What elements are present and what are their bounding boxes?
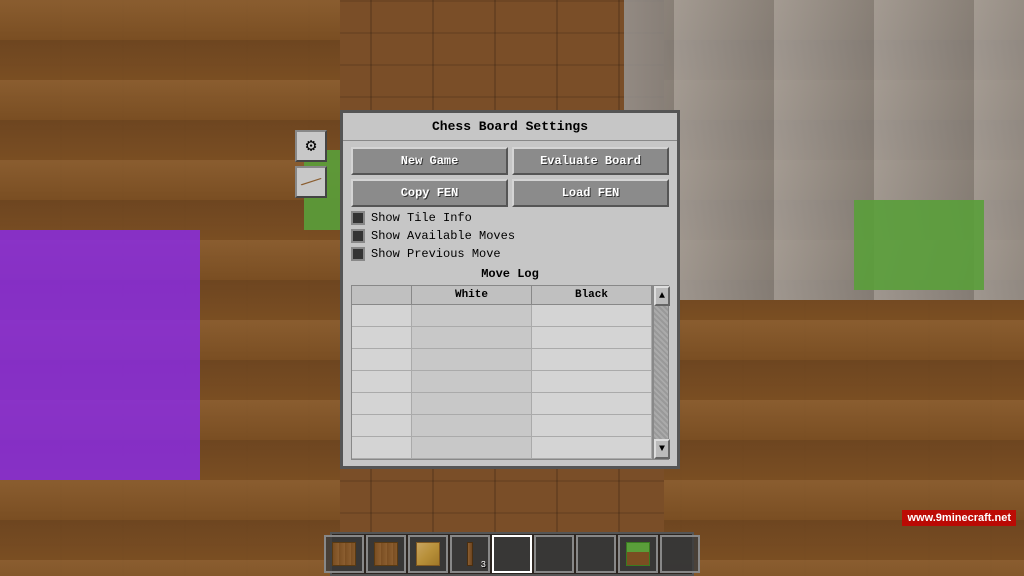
gear-button[interactable]: ⚙ xyxy=(295,130,327,162)
table-row xyxy=(352,349,652,371)
row-white xyxy=(412,349,532,370)
move-log-scrollbar: ▲ ▼ xyxy=(653,285,669,460)
grass-block-2 xyxy=(854,200,984,290)
move-log-table: White Black xyxy=(351,285,653,460)
show-previous-move-checkbox[interactable] xyxy=(351,247,365,261)
row-black xyxy=(532,415,652,436)
grass-block-icon xyxy=(626,542,650,566)
hotbar-slot-5-selected[interactable] xyxy=(492,535,532,573)
table-row xyxy=(352,305,652,327)
evaluate-board-button[interactable]: Evaluate Board xyxy=(512,147,669,175)
button-row-2: Copy FEN Load FEN xyxy=(351,179,669,207)
button-row-1: New Game Evaluate Board xyxy=(351,147,669,175)
row-num xyxy=(352,371,412,392)
hotbar-slot-9[interactable] xyxy=(660,535,700,573)
row-num xyxy=(352,393,412,414)
stick-icon: ╱ xyxy=(301,172,322,193)
scroll-track xyxy=(654,306,668,439)
copy-fen-button[interactable]: Copy FEN xyxy=(351,179,508,207)
show-available-moves-checkbox[interactable] xyxy=(351,229,365,243)
row-white xyxy=(412,305,532,326)
move-log-rows xyxy=(352,305,652,459)
gear-icon: ⚙ xyxy=(306,135,317,157)
purple-bed xyxy=(0,230,200,480)
row-white xyxy=(412,371,532,392)
sidebar-icons: ⚙ ╱ xyxy=(295,130,327,198)
row-black xyxy=(532,393,652,414)
chess-settings-dialog: Chess Board Settings New Game Evaluate B… xyxy=(340,110,680,469)
table-row xyxy=(352,415,652,437)
load-fen-button[interactable]: Load FEN xyxy=(512,179,669,207)
table-row xyxy=(352,393,652,415)
table-row xyxy=(352,437,652,459)
col-white: White xyxy=(412,286,532,304)
show-previous-move-label: Show Previous Move xyxy=(371,247,501,261)
hotbar-slot-4[interactable]: 3 xyxy=(450,535,490,573)
wood2-icon xyxy=(416,542,440,566)
row-num xyxy=(352,415,412,436)
hotbar: 3 xyxy=(330,532,694,576)
show-previous-move-row: Show Previous Move xyxy=(351,247,669,261)
row-black xyxy=(532,437,652,458)
stick-button[interactable]: ╱ xyxy=(295,166,327,198)
show-tile-info-checkbox[interactable] xyxy=(351,211,365,225)
row-black xyxy=(532,327,652,348)
hotbar-slot-8[interactable] xyxy=(618,535,658,573)
move-log-title: Move Log xyxy=(351,267,669,281)
row-white xyxy=(412,393,532,414)
row-white xyxy=(412,327,532,348)
col-black: Black xyxy=(532,286,652,304)
row-num xyxy=(352,437,412,458)
row-black xyxy=(532,305,652,326)
new-game-button[interactable]: New Game xyxy=(351,147,508,175)
hotbar-slot-6[interactable] xyxy=(534,535,574,573)
wood-icon-1 xyxy=(332,542,356,566)
hotbar-slot-1[interactable] xyxy=(324,535,364,573)
move-log-header: White Black xyxy=(352,286,652,305)
table-row xyxy=(352,327,652,349)
row-white xyxy=(412,437,532,458)
show-tile-info-row: Show Tile Info xyxy=(351,211,669,225)
row-white xyxy=(412,415,532,436)
dialog-title: Chess Board Settings xyxy=(343,113,677,141)
row-num xyxy=(352,327,412,348)
table-row xyxy=(352,371,652,393)
show-tile-info-label: Show Tile Info xyxy=(371,211,472,225)
watermark: www.9minecraft.net xyxy=(902,510,1016,526)
row-num xyxy=(352,349,412,370)
scroll-down-button[interactable]: ▼ xyxy=(654,439,670,459)
hotbar-slot-7[interactable] xyxy=(576,535,616,573)
move-log-container: White Black xyxy=(351,285,669,460)
hotbar-slot-3[interactable] xyxy=(408,535,448,573)
show-available-moves-label: Show Available Moves xyxy=(371,229,515,243)
stick-count: 3 xyxy=(481,560,486,570)
wood-icon-2 xyxy=(374,542,398,566)
show-available-moves-row: Show Available Moves xyxy=(351,229,669,243)
scroll-up-button[interactable]: ▲ xyxy=(654,286,670,306)
stick-icon xyxy=(467,542,473,566)
dialog-body: New Game Evaluate Board Copy FEN Load FE… xyxy=(343,141,677,466)
row-black xyxy=(532,349,652,370)
col-number xyxy=(352,286,412,304)
hotbar-slot-2[interactable] xyxy=(366,535,406,573)
row-num xyxy=(352,305,412,326)
row-black xyxy=(532,371,652,392)
